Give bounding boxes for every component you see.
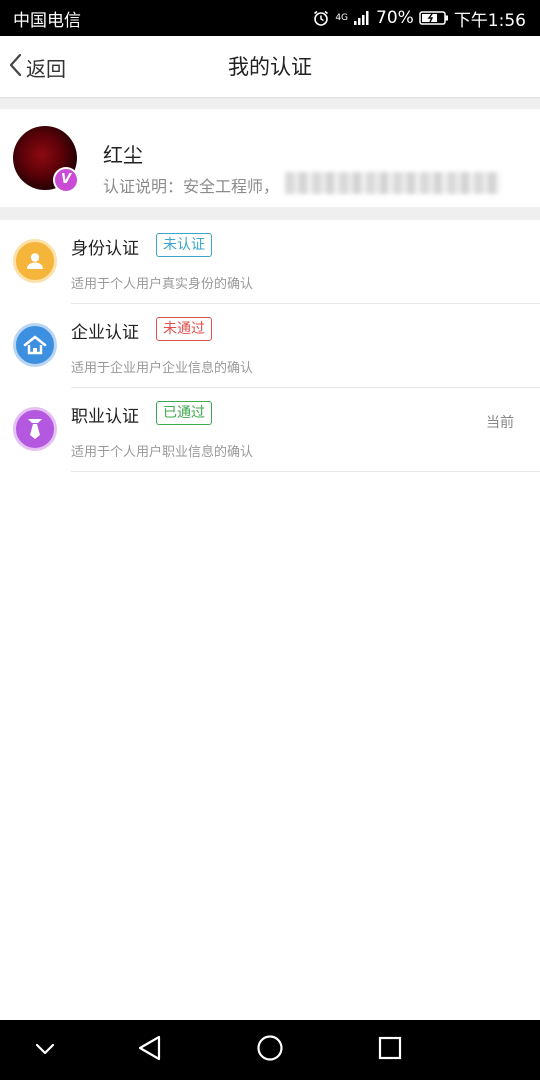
recent-apps-button[interactable] (360, 1020, 420, 1080)
system-navigation-bar (0, 1020, 540, 1080)
hide-keyboard-button[interactable] (15, 1020, 75, 1080)
certification-description: 认证说明：安全工程师， (103, 177, 280, 196)
list-item-professional-certification[interactable]: 职业认证 已通过 适用于个人用户职业信息的确认 当前 (0, 388, 540, 472)
section-divider (0, 98, 540, 109)
carrier-label: 中国电信 (13, 10, 81, 31)
system-back-button[interactable] (120, 1020, 180, 1080)
circle-home-icon (256, 1034, 284, 1066)
signal-icon (353, 10, 371, 26)
battery-icon (419, 10, 449, 26)
redacted-text (285, 172, 500, 194)
network-label: 4G (335, 12, 349, 23)
item-title: 职业认证 (71, 407, 139, 427)
person-icon (13, 239, 57, 283)
verified-badge-icon: V (53, 167, 79, 193)
item-title: 企业认证 (71, 323, 139, 343)
divider (71, 471, 540, 472)
list-item-enterprise-certification[interactable]: 企业认证 未通过 适用于企业用户企业信息的确认 (0, 304, 540, 388)
status-badge: 未通过 (156, 317, 212, 341)
status-indicators: 4G 70% 下午1:56 (312, 6, 526, 31)
item-description: 适用于个人用户职业信息的确认 (71, 445, 254, 460)
alarm-icon (312, 9, 330, 27)
status-bar: 中国电信 4G 70% 下午1:56 (0, 0, 540, 36)
triangle-back-icon (137, 1034, 163, 1066)
item-description: 适用于个人用户真实身份的确认 (71, 277, 254, 292)
house-icon (13, 323, 57, 367)
profile-card[interactable]: V 红尘 认证说明：安全工程师， (0, 109, 540, 207)
app-header: 返回 我的认证 (0, 36, 540, 98)
clock: 下午1:56 (453, 10, 526, 31)
tie-icon (13, 407, 57, 451)
section-divider (0, 207, 540, 220)
item-description: 适用于企业用户企业信息的确认 (71, 361, 254, 376)
square-recents-icon (377, 1035, 403, 1065)
battery-percent: 70% (376, 8, 414, 28)
status-badge: 未认证 (156, 233, 212, 257)
chevron-down-icon (34, 1041, 56, 1060)
list-item-identity-certification[interactable]: 身份认证 未认证 适用于个人用户真实身份的确认 (0, 220, 540, 304)
status-badge: 已通过 (156, 401, 212, 425)
profile-name: 红尘 (103, 143, 143, 167)
home-button[interactable] (240, 1020, 300, 1080)
item-title: 身份认证 (71, 239, 139, 259)
page-title: 我的认证 (228, 55, 312, 79)
certification-list: 身份认证 未认证 适用于个人用户真实身份的确认 企业认证 未通过 适用于企业用户… (0, 220, 540, 472)
current-label: 当前 (486, 415, 514, 431)
